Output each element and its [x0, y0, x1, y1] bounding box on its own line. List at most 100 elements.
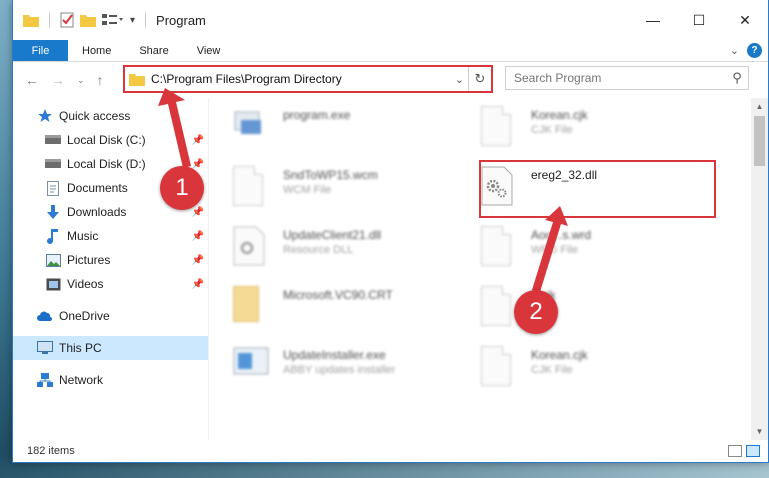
cloud-icon: [37, 308, 53, 324]
download-icon: [45, 204, 61, 220]
window-controls: — ☐ ✕: [630, 0, 768, 40]
sidebar-item-label: Local Disk (C:): [67, 133, 146, 147]
nav-buttons: ← → ⌄ ↑: [13, 72, 121, 88]
minimize-button[interactable]: —: [630, 0, 676, 40]
navigation-bar: ← → ⌄ ↑ C:\Program Files\Program Directo…: [13, 62, 768, 98]
installer-icon: [233, 346, 269, 390]
file-list: program.exe Korean.cjk CJK File SndToWP15…: [208, 98, 768, 440]
properties-icon[interactable]: [60, 12, 74, 28]
exe-icon: [233, 106, 269, 150]
sidebar-item-this-pc[interactable]: This PC: [13, 336, 208, 360]
address-path[interactable]: C:\Program Files\Program Directory: [151, 72, 451, 86]
sidebar-item-quick-access[interactable]: Quick access: [13, 104, 208, 128]
sidebar-item-music[interactable]: Music 📌: [13, 224, 208, 248]
search-icon[interactable]: ⚲: [726, 70, 748, 86]
address-bar[interactable]: C:\Program Files\Program Directory ⌄ ↻: [123, 65, 493, 93]
search-box[interactable]: ⚲: [505, 66, 749, 90]
explorer-window: ▾ Program — ☐ ✕ File Home Share View ⌄ ?…: [12, 0, 769, 463]
pictures-icon: [45, 252, 61, 268]
item-count: 182 items: [27, 445, 75, 457]
search-input[interactable]: [514, 71, 726, 85]
details-view-icon[interactable]: [728, 445, 742, 457]
step-2-badge: 2: [514, 290, 558, 334]
ribbon-tabs: File Home Share View ⌄ ?: [13, 40, 768, 62]
window-title: Program: [156, 12, 206, 28]
pin-icon[interactable]: 📌: [192, 279, 204, 290]
sidebar-item-label: Network: [59, 373, 104, 387]
computer-icon: [37, 340, 53, 356]
file-name: Microsoft.VC90.CRT: [283, 288, 393, 302]
drive-icon: [45, 132, 61, 148]
sidebar-item-pictures[interactable]: Pictures 📌: [13, 248, 208, 272]
forward-arrow-icon[interactable]: →: [51, 72, 65, 88]
divider: [49, 12, 50, 28]
dll-gear-icon: [233, 226, 269, 270]
view-options-icon[interactable]: [102, 13, 124, 27]
file-item[interactable]: Korean.cjk CJK File: [481, 342, 711, 398]
file-item[interactable]: program.exe: [233, 102, 463, 158]
documents-icon: [45, 180, 61, 196]
tab-home[interactable]: Home: [68, 40, 125, 61]
sidebar-item-label: Downloads: [67, 205, 127, 219]
pin-icon[interactable]: 📌: [192, 135, 204, 146]
maximize-button[interactable]: ☐: [676, 0, 722, 40]
folder-icon: [233, 286, 269, 330]
doc-icon: [481, 346, 517, 390]
address-dropdown-icon[interactable]: ⌄: [451, 67, 469, 91]
highlight-box: [479, 160, 716, 218]
file-item[interactable]: Microsoft.VC90.CRT: [233, 282, 463, 338]
expand-ribbon-icon[interactable]: ⌄: [730, 44, 739, 57]
sidebar-item-videos[interactable]: Videos 📌: [13, 272, 208, 296]
file-type: ABBY updates installer: [283, 364, 396, 376]
back-arrow-icon[interactable]: ←: [25, 72, 39, 88]
customize-qat-icon[interactable]: ▾: [130, 15, 135, 26]
sidebar-item-label: Local Disk (D:): [67, 157, 146, 171]
main-area: Quick access Local Disk (C:) 📌 Local Dis…: [13, 98, 768, 440]
close-button[interactable]: ✕: [722, 0, 768, 40]
file-item[interactable]: Aoo...s.wrd WRD File: [481, 222, 711, 278]
tab-share[interactable]: Share: [125, 40, 182, 61]
file-item[interactable]: SndToWP15.wcm WCM File: [233, 162, 463, 218]
sidebar-item-network[interactable]: Network: [13, 368, 208, 392]
new-folder-icon[interactable]: [80, 13, 96, 27]
drive-icon: [45, 156, 61, 172]
sidebar-item-onedrive[interactable]: OneDrive: [13, 304, 208, 328]
folder-icon: [23, 15, 39, 27]
doc-icon: [481, 106, 517, 150]
sidebar-item-label: Music: [67, 229, 99, 243]
recent-locations-icon[interactable]: ⌄: [77, 75, 85, 86]
up-arrow-icon[interactable]: ↑: [97, 72, 104, 88]
file-name: Korean.cjk: [531, 108, 588, 122]
file-name: UpdateInstaller.exe: [283, 348, 386, 362]
file-item[interactable]: UpdateClient21.dll Resource DLL: [233, 222, 463, 278]
pin-icon[interactable]: 📌: [192, 231, 204, 242]
help-icon[interactable]: ?: [747, 43, 762, 58]
file-name: Korean.cjk: [531, 348, 588, 362]
pin-icon[interactable]: 📌: [192, 207, 204, 218]
doc-icon: [481, 286, 517, 330]
vertical-scrollbar[interactable]: ▲ ▼: [751, 98, 768, 440]
sidebar-item-label: Quick access: [59, 109, 131, 123]
scroll-down-icon[interactable]: ▼: [751, 423, 768, 440]
pin-icon[interactable]: 📌: [192, 255, 204, 266]
status-bar: 182 items: [13, 440, 768, 462]
sidebar-item-label: This PC: [59, 341, 102, 355]
refresh-icon[interactable]: ↻: [469, 71, 491, 87]
step-1-badge: 1: [160, 166, 204, 210]
view-toggle: [728, 445, 760, 457]
file-name: SndToWP15.wcm: [283, 168, 378, 182]
tab-view[interactable]: View: [183, 40, 235, 61]
folder-icon: [129, 74, 145, 86]
file-type: CJK File: [531, 364, 573, 376]
scroll-up-icon[interactable]: ▲: [751, 98, 768, 115]
sidebar-item-local-disk-c[interactable]: Local Disk (C:) 📌: [13, 128, 208, 152]
pin-icon[interactable]: 📌: [192, 159, 204, 170]
scrollbar-thumb[interactable]: [754, 116, 765, 166]
divider: [145, 12, 147, 28]
tiles-view-icon[interactable]: [746, 445, 760, 457]
file-type: WRD File: [531, 244, 579, 256]
tab-file[interactable]: File: [13, 40, 68, 61]
file-item[interactable]: UpdateInstaller.exe ABBY updates installe…: [233, 342, 463, 398]
file-item[interactable]: Korean.cjk CJK File: [481, 102, 711, 158]
doc-icon: [481, 226, 517, 270]
